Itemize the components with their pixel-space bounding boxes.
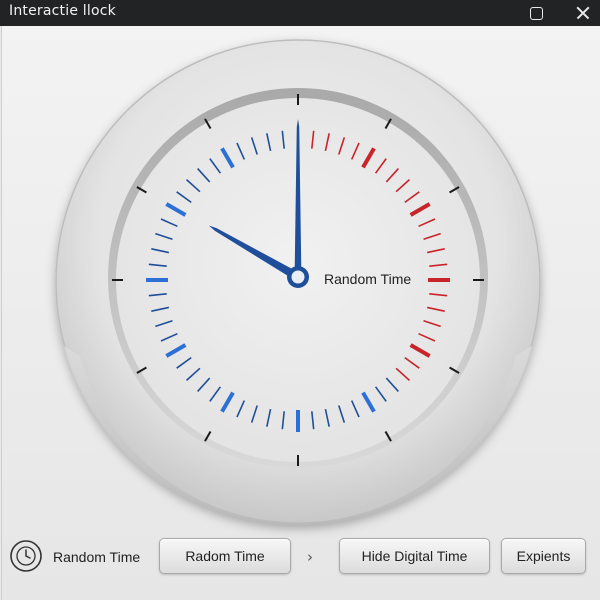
experiments-button[interactable]: Expients (501, 538, 586, 574)
analog-clock[interactable]: Random Time (0, 0, 600, 600)
hand-hub-center (291, 270, 305, 284)
clock-mode-label: Random Time (324, 271, 411, 287)
hide-digital-time-button[interactable]: Hide Digital Time (339, 538, 490, 574)
random-time-button[interactable]: Radom Time (159, 538, 291, 574)
mode-label: Random Time (53, 549, 141, 565)
clock-outline-icon[interactable] (9, 539, 43, 573)
chevron-right-icon: › (307, 548, 313, 566)
